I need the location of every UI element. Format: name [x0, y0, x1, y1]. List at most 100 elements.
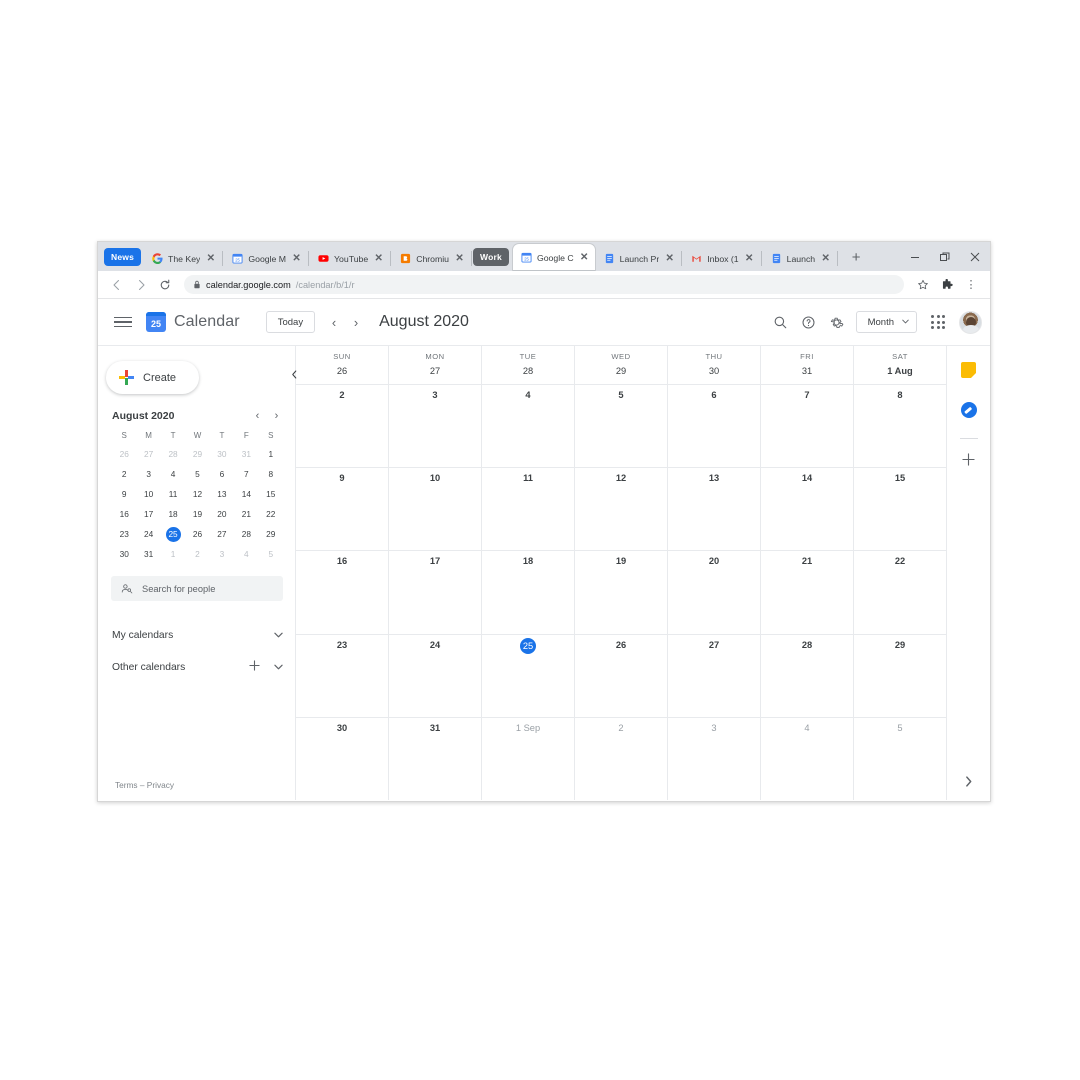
day-number[interactable]: 19: [616, 556, 626, 633]
month-grid-day-cell[interactable]: 26: [575, 634, 668, 717]
day-number[interactable]: 29: [895, 640, 905, 717]
view-selector[interactable]: Month: [855, 311, 917, 333]
day-number[interactable]: 1 Sep: [516, 723, 540, 800]
mini-calendar-day[interactable]: 2: [112, 467, 136, 482]
mini-calendar-day[interactable]: 27: [210, 527, 234, 542]
mini-calendar-day[interactable]: 29: [259, 527, 283, 542]
month-grid-day-cell[interactable]: 12: [575, 468, 668, 551]
today-button[interactable]: Today: [265, 311, 316, 333]
extensions-puzzle-icon[interactable]: [936, 274, 958, 296]
mini-calendar-day[interactable]: 9: [112, 487, 136, 502]
mini-calendar-day[interactable]: 4: [234, 547, 258, 562]
day-number[interactable]: 15: [895, 473, 905, 550]
day-number[interactable]: 4: [804, 723, 809, 800]
mini-calendar-day-today[interactable]: 25: [161, 527, 185, 542]
tab-close-icon[interactable]: ✕: [454, 253, 465, 264]
tab-google-calendar-active[interactable]: 25 Google C ✕: [511, 243, 596, 271]
mini-calendar-prev-button[interactable]: ‹: [251, 410, 264, 422]
mini-calendar-day[interactable]: 3: [136, 467, 160, 482]
mini-calendar-day[interactable]: 20: [210, 507, 234, 522]
day-number-today[interactable]: 25: [520, 637, 536, 654]
forward-button[interactable]: [130, 274, 152, 296]
tab-close-icon[interactable]: ✕: [744, 253, 755, 264]
tab-gmail-inbox[interactable]: Inbox (1 ✕: [683, 246, 759, 271]
month-grid-header-cell[interactable]: MON 27: [389, 346, 482, 384]
mini-calendar-day[interactable]: 13: [210, 487, 234, 502]
day-number[interactable]: 6: [711, 390, 716, 467]
google-keep-icon[interactable]: [957, 358, 981, 382]
month-grid-day-cell[interactable]: 13: [668, 468, 761, 551]
mini-calendar-day[interactable]: 28: [234, 527, 258, 542]
tab-close-icon[interactable]: ✕: [664, 253, 675, 264]
mini-calendar-day[interactable]: 26: [112, 447, 136, 462]
month-grid-day-cell[interactable]: 3: [668, 717, 761, 801]
month-grid-day-cell[interactable]: 16: [296, 551, 389, 634]
day-number[interactable]: 5: [618, 390, 623, 467]
month-grid-day-cell[interactable]: 14: [761, 468, 854, 551]
mini-calendar-day[interactable]: 1: [259, 447, 283, 462]
day-number[interactable]: 31: [802, 366, 812, 376]
day-number[interactable]: 23: [337, 640, 347, 717]
mini-calendar-day[interactable]: 6: [210, 467, 234, 482]
search-for-people-input[interactable]: Search for people: [111, 576, 283, 601]
tab-close-icon[interactable]: ✕: [820, 253, 831, 264]
day-number[interactable]: 31: [430, 723, 440, 800]
month-grid-day-cell[interactable]: 10: [389, 468, 482, 551]
day-number[interactable]: 3: [432, 390, 437, 467]
chevron-down-icon[interactable]: [274, 662, 283, 672]
reload-button[interactable]: [154, 274, 176, 296]
mini-calendar-day[interactable]: 15: [259, 487, 283, 502]
month-grid-day-cell[interactable]: 5: [575, 385, 668, 468]
day-number[interactable]: 3: [711, 723, 716, 800]
day-number[interactable]: 4: [525, 390, 530, 467]
day-number[interactable]: 1 Aug: [887, 366, 912, 376]
day-number[interactable]: 5: [897, 723, 902, 800]
mini-calendar-day[interactable]: 8: [259, 467, 283, 482]
month-grid-day-cell[interactable]: 29: [854, 635, 946, 717]
day-number[interactable]: 10: [430, 473, 440, 550]
month-grid-day-cell[interactable]: 23: [296, 634, 389, 717]
mini-calendar-day[interactable]: 18: [161, 507, 185, 522]
month-grid-header-cell[interactable]: SAT 1 Aug: [854, 346, 946, 384]
mini-calendar-day[interactable]: 31: [234, 447, 258, 462]
mini-calendar-day[interactable]: 10: [136, 487, 160, 502]
mini-calendar-day[interactable]: 5: [259, 547, 283, 562]
mini-calendar-day[interactable]: 11: [161, 487, 185, 502]
day-number[interactable]: 2: [618, 723, 623, 800]
month-grid-day-cell[interactable]: 9: [296, 468, 389, 551]
mini-calendar-day[interactable]: 31: [136, 547, 160, 562]
month-grid-day-cell[interactable]: 22: [854, 551, 946, 633]
month-grid-day-cell[interactable]: 6: [668, 385, 761, 468]
add-other-calendar-icon[interactable]: [249, 660, 260, 674]
day-number[interactable]: 30: [709, 366, 719, 376]
month-grid-day-cell[interactable]: 27: [668, 634, 761, 717]
new-tab-button[interactable]: +: [845, 246, 867, 268]
month-grid-day-cell[interactable]: 31: [389, 717, 482, 801]
day-number[interactable]: 12: [616, 473, 626, 550]
expand-side-panel-button[interactable]: [964, 776, 973, 790]
month-grid-day-cell[interactable]: 28: [761, 634, 854, 717]
day-number[interactable]: 18: [523, 556, 533, 633]
day-number[interactable]: 9: [339, 473, 344, 550]
tab-the-keyword[interactable]: The Key ✕: [144, 246, 221, 271]
address-bar[interactable]: calendar.google.com/calendar/b/1/r: [184, 275, 904, 294]
close-button[interactable]: [960, 242, 990, 271]
browser-menu-icon[interactable]: ⋮: [960, 274, 982, 296]
month-grid-day-cell[interactable]: 4: [482, 385, 575, 468]
month-grid-header-cell[interactable]: SUN 26: [296, 346, 389, 384]
mini-calendar-day[interactable]: 19: [185, 507, 209, 522]
day-number[interactable]: 24: [430, 640, 440, 717]
mini-calendar-day[interactable]: 5: [185, 467, 209, 482]
mini-calendar-day[interactable]: 30: [112, 547, 136, 562]
month-grid-day-cell[interactable]: 20: [668, 551, 761, 634]
sidebar-collapse-handle[interactable]: [291, 370, 299, 379]
tab-group-work[interactable]: Work: [473, 248, 509, 266]
day-number[interactable]: 8: [897, 390, 902, 467]
mini-calendar-day[interactable]: 17: [136, 507, 160, 522]
mini-calendar-day[interactable]: 4: [161, 467, 185, 482]
avatar[interactable]: [959, 310, 982, 334]
day-number[interactable]: 22: [895, 556, 905, 633]
mini-calendar-day[interactable]: 12: [185, 487, 209, 502]
mini-calendar-day[interactable]: 14: [234, 487, 258, 502]
day-number[interactable]: 11: [523, 473, 533, 550]
